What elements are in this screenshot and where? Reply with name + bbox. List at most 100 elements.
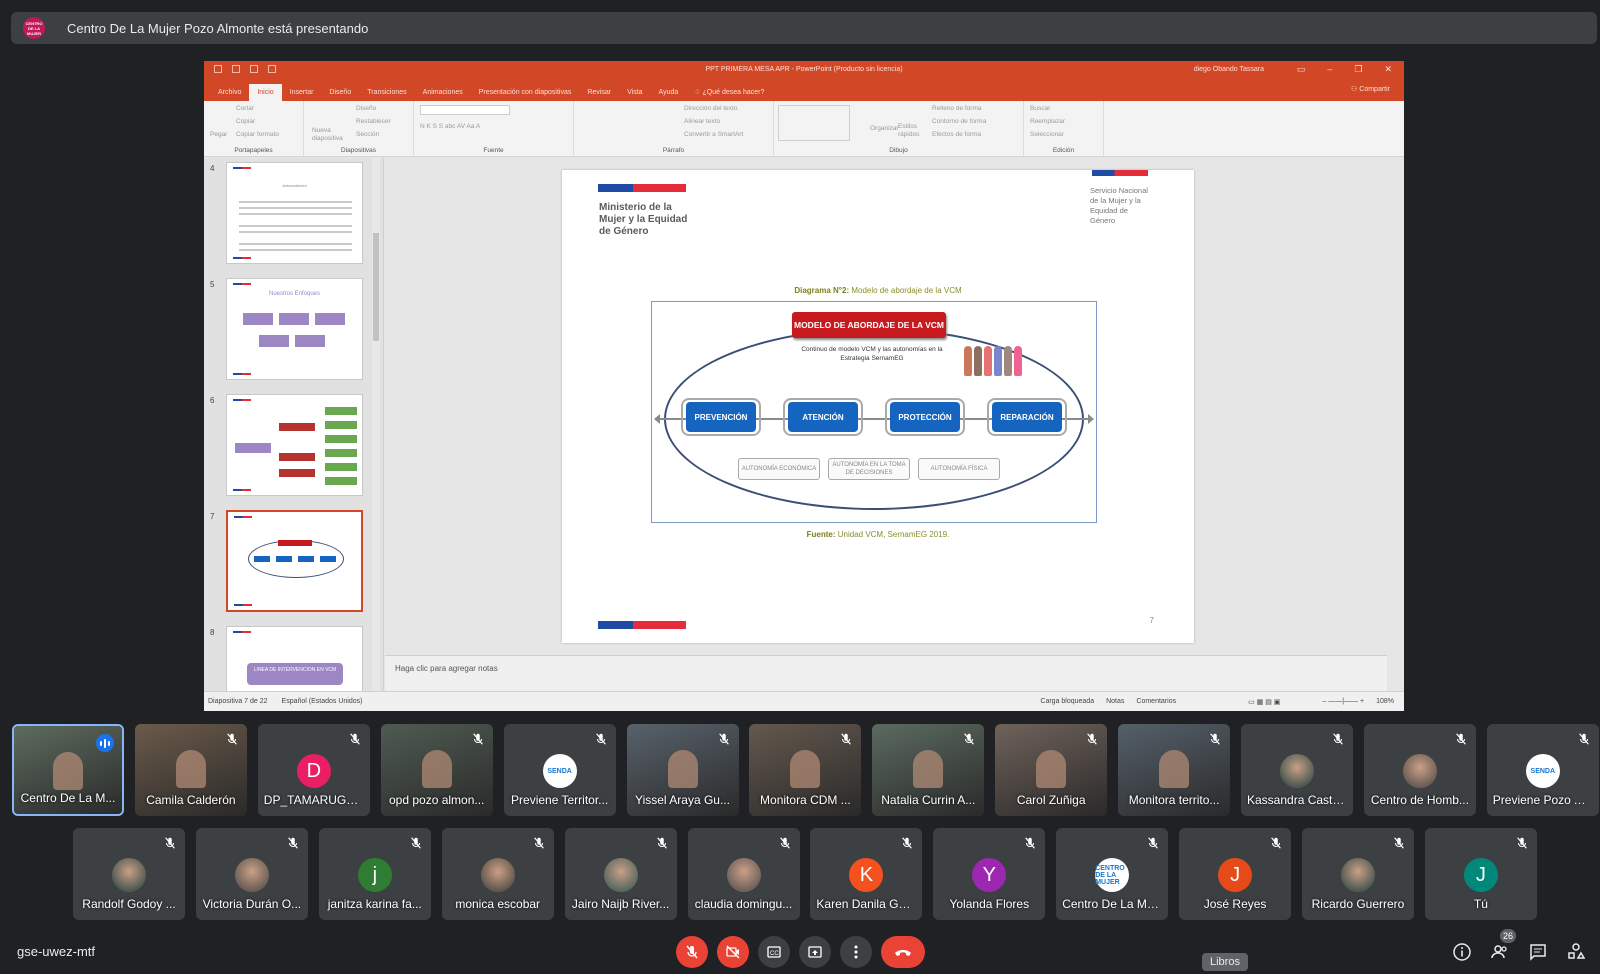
cortar-label: Cortar: [236, 105, 255, 112]
thumb-flag: [233, 257, 251, 259]
participant-tile[interactable]: J José Reyes: [1179, 828, 1292, 920]
thumb-flag: [233, 283, 251, 285]
participant-tile[interactable]: SENDA Previene Pozo Al...: [1486, 724, 1599, 816]
participant-name: Centro De La M...: [20, 791, 116, 805]
view-buttons: ▭ ▦ ▤ ▣: [1248, 698, 1281, 706]
presenter-logo: CENTRO DE LA MUJER: [23, 17, 45, 39]
participant-tile[interactable]: monica escobar: [441, 828, 554, 920]
participant-name: Monitora territo...: [1128, 793, 1220, 807]
participant-tile[interactable]: claudia domingu...: [687, 828, 800, 920]
participant-name: Monitora CDM ...: [760, 793, 851, 807]
source-caption: Fuente: Unidad VCM, SernamEG 2019.: [562, 530, 1194, 539]
minimize-icon: –: [1327, 64, 1333, 74]
modelo-header: MODELO DE ABORDAJE DE LA VCM: [792, 312, 946, 338]
muted-mic-icon: [1394, 837, 1404, 849]
camera-button[interactable]: [717, 936, 749, 968]
thumb-box: [276, 556, 292, 562]
portapapeles-caption: Portapapeles: [234, 147, 273, 154]
captions-button[interactable]: CC: [758, 936, 790, 968]
participant-name: monica escobar: [455, 897, 541, 911]
tab-revisar: Revisar: [587, 89, 612, 96]
diagram-caption-bold: Diagrama N°2:: [794, 286, 850, 295]
participant-tile[interactable]: Centro de Homb...: [1363, 724, 1476, 816]
pegar-label: Pegar: [210, 131, 228, 138]
powerpoint-statusbar: Diapositiva 7 de 22 Español (Estados Uni…: [204, 691, 1404, 711]
font-format-buttons: N K S S abc AV Aa A: [420, 123, 481, 130]
participant-tile[interactable]: Natalia Currin A...: [872, 724, 985, 816]
presenter-text: Centro De La Mujer Pozo Almonte está pre…: [67, 20, 369, 36]
participant-tile[interactable]: Centro De La M...: [12, 724, 124, 816]
participant-tile[interactable]: opd pozo almon...: [380, 724, 493, 816]
participant-tile[interactable]: Ricardo Guerrero: [1302, 828, 1414, 920]
thumb-box: [295, 335, 325, 347]
window-controls: ▭ – ❐ ✕: [1297, 64, 1392, 75]
participant-tile[interactable]: Camila Calderón: [134, 724, 247, 816]
participant-name: Camila Calderón: [146, 793, 236, 807]
microphone-button[interactable]: [676, 936, 708, 968]
tab-diseno: Diseño: [329, 89, 352, 96]
participant-name: claudia domingu...: [694, 897, 793, 911]
participant-tile[interactable]: Jairo Naijb River...: [564, 828, 677, 920]
svg-text:CC: CC: [770, 951, 779, 957]
autonomia-decisiones: AUTONOMÍA EN LA TOMA DE DECISIONES: [828, 458, 910, 480]
participant-tile[interactable]: Monitora territo...: [1118, 724, 1231, 816]
flag-stripe: [1092, 170, 1148, 176]
participant-tile[interactable]: j janitza karina fa...: [318, 828, 431, 920]
tab-insertar: Insertar: [289, 89, 314, 96]
participant-silhouette: [1159, 750, 1190, 788]
participant-tile[interactable]: Monitora CDM ...: [749, 724, 862, 816]
smartart-label: Convertir a SmartArt: [684, 131, 744, 138]
tell-me-search: ♢ ¿Qué desea hacer?: [686, 84, 772, 101]
stage-prevencion: PREVENCIÓN: [686, 402, 756, 432]
person-figure: [984, 346, 992, 376]
info-icon: [1453, 943, 1471, 961]
camera-off-icon: [726, 945, 740, 959]
people-illustration-icon: [964, 346, 1022, 376]
present-now-button[interactable]: [799, 936, 831, 968]
participant-tile[interactable]: J Tú: [1424, 828, 1537, 920]
presenter-logo-text: CENTRO DE LA MUJER: [25, 20, 43, 36]
participants-button[interactable]: [1490, 942, 1510, 962]
participant-tile[interactable]: Victoria Durán O...: [195, 828, 308, 920]
slide-thumbnails: 4 Antecedentes 5 Nuestros Enfoques 6 7 8…: [204, 158, 384, 691]
thumb-box: [279, 423, 315, 431]
participant-silhouette: [667, 750, 698, 788]
participant-tile[interactable]: Yissel Araya Gu...: [626, 724, 739, 816]
thumb-line: [239, 231, 352, 233]
participant-tile[interactable]: Carol Zuñiga: [995, 724, 1108, 816]
tab-vista: Vista: [627, 89, 643, 96]
person-figure: [994, 346, 1002, 376]
muted-mic-icon: [1517, 837, 1527, 849]
powerpoint-titlebar: PPT PRIMERA MESA APR - PowerPoint (Produ…: [204, 61, 1404, 79]
speaking-indicator-icon: [96, 734, 114, 752]
participant-tile[interactable]: CENTRO DE LA MUJER Centro De La Mu...: [1056, 828, 1169, 920]
activities-button[interactable]: [1566, 942, 1586, 962]
participant-silhouette: [913, 750, 944, 788]
participant-tile[interactable]: D DP_TAMARUGAL 2: [257, 724, 370, 816]
group-diapositivas: Nueva diapositiva Diseño Restablecer Sec…: [304, 101, 414, 156]
participant-name: Previene Pozo Al...: [1492, 793, 1595, 807]
thumb-box: [325, 477, 357, 485]
tooltip: Libros: [1202, 953, 1248, 971]
participant-silhouette: [53, 752, 83, 790]
group-portapapeles: Pegar Cortar Copiar Copiar formato Porta…: [204, 101, 304, 156]
present-icon: [808, 946, 822, 958]
ribbon-options-icon: ▭: [1296, 64, 1306, 74]
meeting-details-button[interactable]: [1452, 942, 1472, 962]
thumb-flag: [233, 399, 251, 401]
participant-tile[interactable]: Randolf Godoy ...: [73, 828, 185, 920]
thumb-line: [239, 243, 352, 245]
chat-button[interactable]: [1528, 942, 1548, 962]
thumb-box: [279, 313, 309, 325]
autonomia-fisica: AUTONOMÍA FÍSICA: [918, 458, 1000, 480]
participant-tile[interactable]: Kassandra Castil...: [1241, 724, 1353, 816]
more-options-button[interactable]: [840, 936, 872, 968]
participant-tile[interactable]: Y Yolanda Flores: [933, 828, 1046, 920]
muted-mic-icon: [165, 837, 175, 849]
thumb-flag: [234, 516, 252, 518]
muted-mic-icon: [1578, 733, 1589, 745]
parrafo-caption: Párrafo: [662, 147, 685, 154]
participant-tile[interactable]: SENDA Previene Territor...: [503, 724, 616, 816]
leave-call-button[interactable]: [881, 936, 925, 968]
participant-tile[interactable]: K Karen Danila Gar...: [810, 828, 923, 920]
